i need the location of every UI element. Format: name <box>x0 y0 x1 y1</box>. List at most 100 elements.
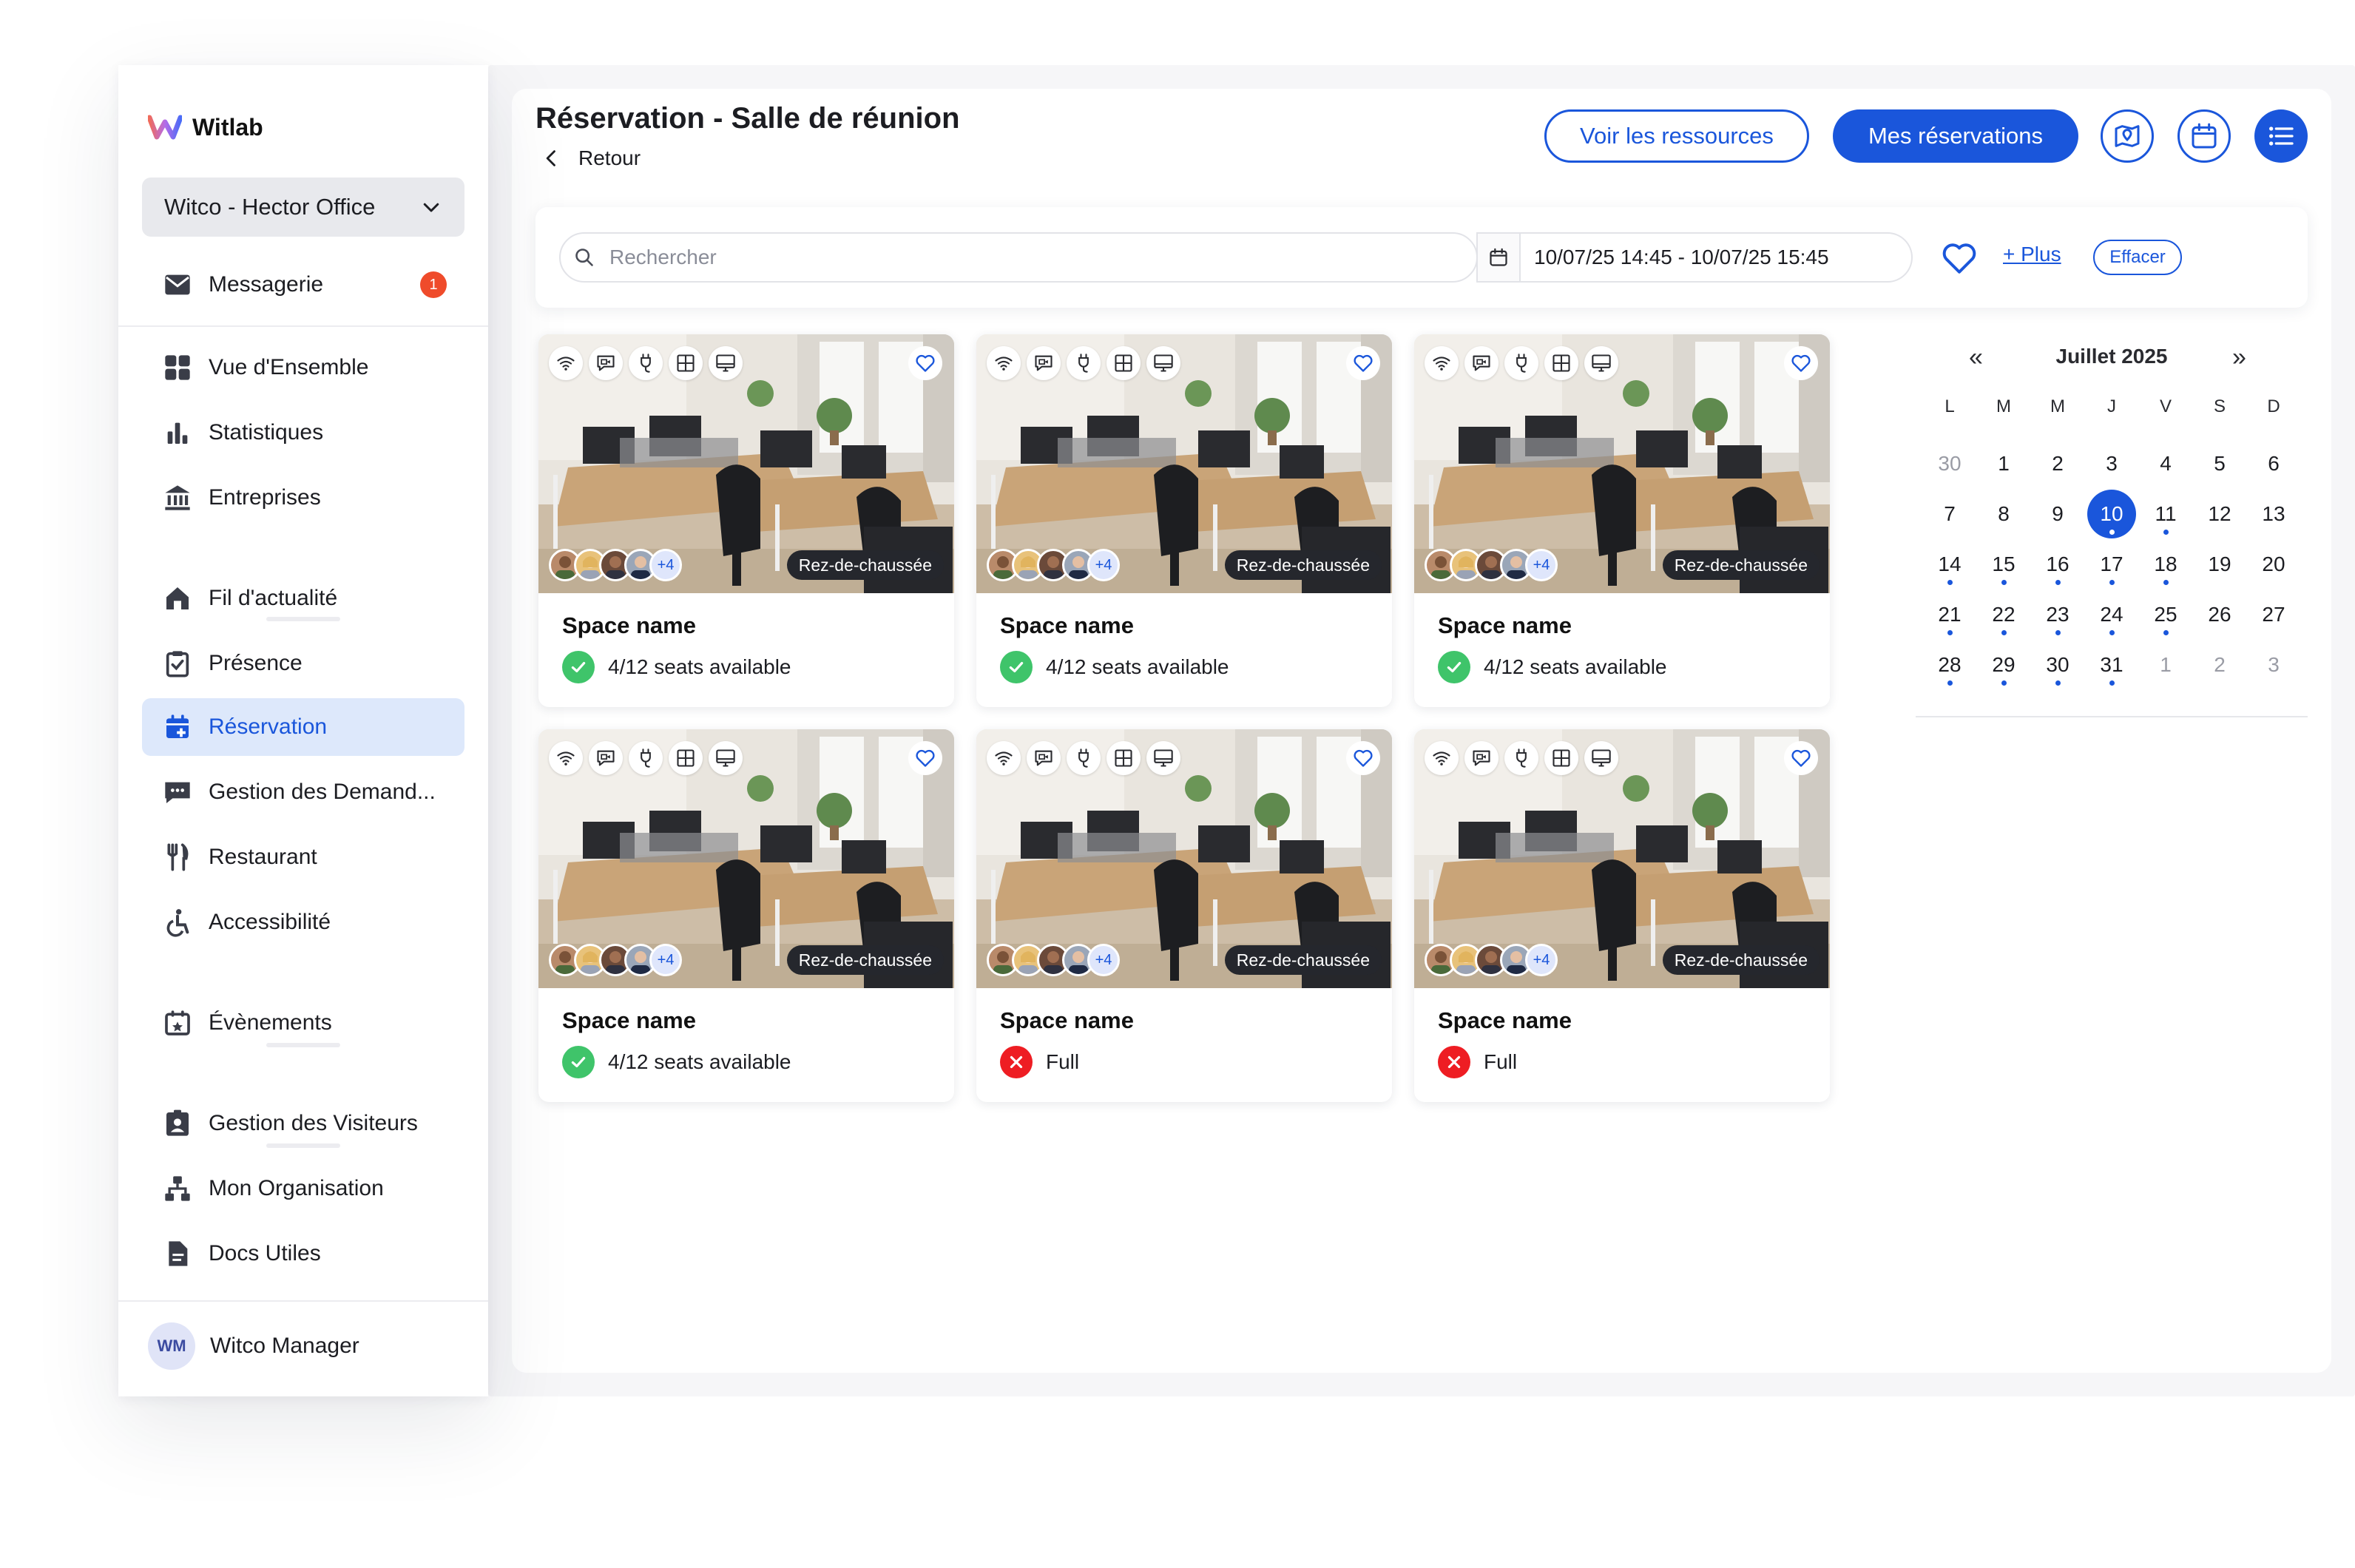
calendar-day[interactable]: 5 <box>2195 439 2244 488</box>
sidebar-item-reservation[interactable]: Réservation <box>142 698 464 756</box>
space-name: Space name <box>1438 612 1572 638</box>
sidebar-item-gestion-demandes[interactable]: Gestion des Demand... <box>142 763 464 821</box>
favorite-button[interactable] <box>1784 346 1818 380</box>
sidebar-item-entreprises[interactable]: Entreprises <box>142 469 464 527</box>
favorite-button[interactable] <box>1346 741 1380 775</box>
calendar-icon <box>2192 123 2217 149</box>
plug-icon <box>629 741 663 775</box>
sidebar-item-label: Fil d'actualité <box>209 586 338 610</box>
space-card[interactable]: +4 Rez-de-chaussée Space name 4/12 seats… <box>538 729 954 1102</box>
sidebar-item-docs-utiles[interactable]: Docs Utiles <box>142 1225 464 1283</box>
reservation-dot <box>2109 530 2115 535</box>
close-icon <box>1447 1055 1461 1069</box>
check-icon <box>1447 661 1462 673</box>
calendar-view-button[interactable] <box>2177 109 2231 163</box>
view-resources-button[interactable]: Voir les ressources <box>1544 109 1809 163</box>
calendar-day[interactable]: 2 <box>2195 641 2244 689</box>
video-call-icon <box>1027 346 1061 380</box>
bank-icon <box>161 481 194 514</box>
calendar-day[interactable]: 7 <box>1925 490 1974 538</box>
calendar-day[interactable]: 30 <box>1925 439 1974 488</box>
sidebar-item-statistiques[interactable]: Statistiques <box>142 404 464 462</box>
back-label: Retour <box>578 146 641 169</box>
chevron-left-icon <box>546 150 555 166</box>
favorite-button[interactable] <box>1784 741 1818 775</box>
list-view-button[interactable] <box>2254 109 2308 163</box>
favorite-button[interactable] <box>908 741 942 775</box>
reservation-dot <box>1947 630 1953 635</box>
amenities <box>549 346 743 380</box>
current-user[interactable]: WM Witco Manager <box>148 1322 359 1370</box>
calendar-day[interactable]: 3 <box>2087 439 2136 488</box>
calendar-day[interactable]: 3 <box>2249 641 2298 689</box>
next-month-button[interactable]: » <box>2232 343 2246 372</box>
heart-icon <box>1791 354 1811 372</box>
more-filters-link[interactable]: + Plus <box>2003 243 2061 266</box>
accessibility-icon <box>161 906 194 939</box>
space-name: Space name <box>1438 1007 1572 1033</box>
space-photo: +4 Rez-de-chaussée <box>1414 334 1830 593</box>
page-title: Réservation - Salle de réunion <box>535 102 960 135</box>
more-attendees: +4 <box>1525 944 1558 976</box>
date-range-field[interactable]: 10/07/25 14:45 - 10/07/25 15:45 <box>1519 232 1913 283</box>
calendar-day[interactable]: 19 <box>2195 540 2244 589</box>
calendar-day[interactable]: 1 <box>1979 439 2028 488</box>
heart-icon[interactable] <box>1941 240 1978 277</box>
back-link[interactable]: Retour <box>541 146 641 170</box>
search-field[interactable]: Rechercher <box>559 232 1478 283</box>
map-view-button[interactable] <box>2101 109 2154 163</box>
sidebar-item-evenements[interactable]: Évènements <box>142 994 464 1052</box>
sidebar-item-accessibilite[interactable]: Accessibilité <box>142 893 464 951</box>
calendar-day[interactable]: 26 <box>2195 590 2244 639</box>
availability-status: Full <box>1438 1046 1517 1078</box>
sidebar-item-mon-organisation[interactable]: Mon Organisation <box>142 1160 464 1217</box>
calendar-day[interactable]: 2 <box>2033 439 2082 488</box>
sidebar-item-presence[interactable]: Présence <box>142 635 464 692</box>
sidebar-item-label: Docs Utiles <box>209 1241 321 1265</box>
space-card[interactable]: +4 Rez-de-chaussée Space name 4/12 seats… <box>976 334 1392 707</box>
sidebar-item-messagerie[interactable]: Messagerie 1 <box>142 256 464 314</box>
calendar-plus-icon <box>161 711 194 743</box>
space-card[interactable]: +4 Rez-de-chaussée Space name 4/12 seats… <box>1414 334 1830 707</box>
calendar-day[interactable]: 12 <box>2195 490 2244 538</box>
amenities <box>1425 346 1618 380</box>
sidebar-item-label: Restaurant <box>209 845 317 869</box>
visitor-badge-icon <box>161 1107 194 1140</box>
favorite-button[interactable] <box>908 346 942 380</box>
clear-filters-button[interactable]: Effacer <box>2093 240 2182 275</box>
calendar-star-icon <box>161 1007 194 1039</box>
calendar-day[interactable]: 20 <box>2249 540 2298 589</box>
sidebar-item-fil-actualite[interactable]: Fil d'actualité <box>142 570 464 627</box>
calendar-day[interactable]: 1 <box>2141 641 2190 689</box>
calendar-day[interactable]: 27 <box>2249 590 2298 639</box>
status-icon <box>562 651 595 683</box>
availability-status: 4/12 seats available <box>562 1046 791 1078</box>
app-logo[interactable]: Witlab <box>148 109 263 145</box>
attendees: +4 <box>549 944 682 976</box>
space-name: Space name <box>562 1007 696 1033</box>
space-card[interactable]: +4 Rez-de-chaussée Space name Full <box>1414 729 1830 1102</box>
calendar-day[interactable]: 8 <box>1979 490 2028 538</box>
status-text: 4/12 seats available <box>608 1050 791 1073</box>
sidebar-item-label: Présence <box>209 651 303 675</box>
calendar-day[interactable]: 9 <box>2033 490 2082 538</box>
wifi-icon <box>987 346 1021 380</box>
my-reservations-button[interactable]: Mes réservations <box>1833 109 2078 163</box>
calendar-day[interactable]: 13 <box>2249 490 2298 538</box>
avatar: WM <box>148 1322 195 1370</box>
heart-icon <box>1791 749 1811 767</box>
space-card[interactable]: +4 Rez-de-chaussée Space name Full <box>976 729 1392 1102</box>
sidebar-item-restaurant[interactable]: Restaurant <box>142 828 464 886</box>
calendar-day[interactable]: 4 <box>2141 439 2190 488</box>
sidebar-item-vue-ensemble[interactable]: Vue d'Ensemble <box>142 339 464 396</box>
favorite-button[interactable] <box>1346 346 1380 380</box>
floor-tag: Rez-de-chaussée <box>786 945 944 975</box>
date-picker-button[interactable] <box>1476 232 1521 283</box>
video-call-icon <box>589 346 623 380</box>
whiteboard-icon <box>669 346 703 380</box>
space-card[interactable]: +4 Rez-de-chaussée Space name 4/12 seats… <box>538 334 954 707</box>
attendees: +4 <box>549 549 682 581</box>
calendar-day[interactable]: 6 <box>2249 439 2298 488</box>
office-selector[interactable]: Witco - Hector Office <box>142 178 464 237</box>
sidebar-item-gestion-visiteurs[interactable]: Gestion des Visiteurs <box>142 1095 464 1152</box>
